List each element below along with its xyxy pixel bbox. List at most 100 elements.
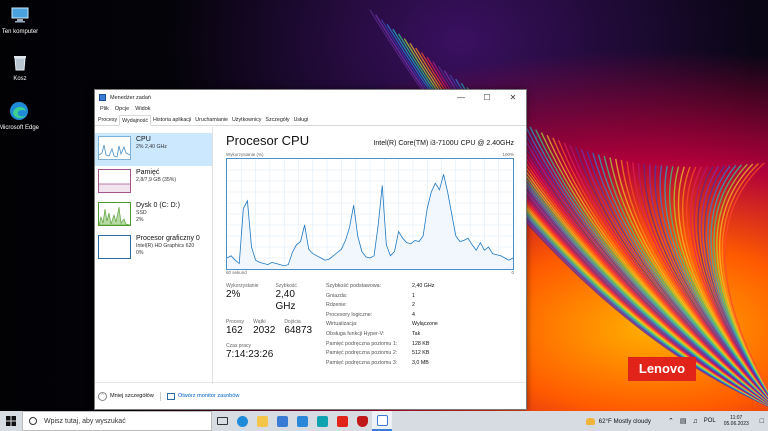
sidebar-item-gpu[interactable]: Procesor graficzny 0 Intel(R) HD Graphic… — [95, 232, 212, 265]
edge-icon — [236, 415, 248, 427]
tab-app-history[interactable]: Historia aplikacji — [151, 115, 193, 125]
menu-bar: Plik Opcje Widok — [95, 105, 526, 115]
notification-icon[interactable]: □ — [760, 418, 764, 425]
computer-icon — [10, 5, 30, 25]
taskbar-edge[interactable] — [232, 411, 252, 431]
sidebar-item-cpu[interactable]: CPU 2% 2,40 GHz — [95, 133, 212, 166]
desktop-icon-label: Microsoft Edge — [0, 125, 40, 131]
desktop-icon-edge[interactable]: Microsoft Edge — [0, 101, 42, 132]
detail-row: Obsługa funkcji Hyper-V: Tak — [326, 331, 438, 341]
detail-key: Pamięć podręczna poziomu 2: — [326, 350, 398, 357]
desktop-icon-label: Ten komputer — [1, 29, 39, 35]
stat-utilization: 2% — [226, 289, 241, 300]
detail-value: Wyłączone — [412, 321, 438, 328]
chevron-up-icon[interactable]: ⌃ — [98, 391, 107, 401]
taskbar-lenovo-vantage[interactable] — [292, 411, 312, 431]
detail-key: Wirtualizacja: — [326, 321, 358, 328]
stat-threads: 2032 — [253, 325, 276, 336]
clock[interactable]: 11:07 05.06.2023 — [724, 415, 749, 428]
desktop-icon-label: Kosz — [13, 76, 27, 82]
resource-monitor-icon — [166, 392, 175, 400]
panel-title: Procesor CPU — [226, 133, 310, 148]
sidebar-item-sub: 2% 2,40 GHz — [136, 144, 167, 150]
taskbar-search-box[interactable]: Wpisz tutaj, aby wyszukać — [22, 411, 212, 431]
volume-icon[interactable]: ♫ — [692, 418, 697, 425]
taskbar-mcafee[interactable] — [352, 411, 372, 431]
stat-handles: 64873 — [284, 325, 313, 336]
tab-users[interactable]: Użytkownicy — [230, 115, 263, 125]
menu-file[interactable]: Plik — [97, 105, 112, 115]
chevron-up-icon[interactable]: ⌃ — [668, 417, 674, 425]
detail-row: Szybkość podstawowa: 2,40 GHz — [326, 283, 438, 293]
maximize-button[interactable]: ☐ — [474, 90, 500, 105]
app-icon — [316, 415, 328, 427]
sidebar-item-title: Dysk 0 (C: D:) — [136, 202, 180, 209]
graph-max-label: 100% — [502, 152, 514, 157]
task-manager-icon — [376, 414, 388, 426]
stat-speed: 2,40 GHz — [275, 289, 296, 312]
system-tray: 62°F Mostly cloudy ⌃ ▤ ♫ POL 11:07 05.06… — [585, 411, 768, 431]
desktop-icon-this-pc[interactable]: Ten komputer — [0, 5, 44, 36]
detail-row: Pamięć podręczna poziomu 2: 512 KB — [326, 350, 438, 360]
detail-key: Pamięć podręczna poziomu 1: — [326, 340, 398, 347]
edge-icon — [9, 101, 29, 121]
cloudy-weather-icon — [585, 417, 595, 425]
detail-key: Rdzenie: — [326, 302, 347, 309]
gpu-thumbnail-graph — [98, 235, 131, 259]
network-icon[interactable]: ▤ — [680, 417, 687, 425]
taskbar-file-explorer[interactable] — [252, 411, 272, 431]
footer-divider — [159, 391, 161, 401]
detail-value: 1 — [412, 292, 415, 299]
performance-content: CPU 2% 2,40 GHz Pamięć 2,8/7,9 GB (35%) — [95, 127, 526, 384]
desktop-icon-recycle-bin[interactable]: Kosz — [0, 52, 44, 83]
taskbar-task-manager[interactable] — [372, 411, 392, 431]
tab-services[interactable]: Usługi — [292, 115, 311, 125]
window-footer: ⌃ Mniej szczegółów Otwórz monitor zasobó… — [95, 382, 526, 409]
sidebar-item-memory[interactable]: Pamięć 2,8/7,9 GB (35%) — [95, 166, 212, 199]
minimize-button[interactable]: — — [448, 90, 474, 105]
detail-row: Wirtualizacja: Wyłączone — [326, 321, 438, 331]
task-manager-window: Menedżer zadań — ☐ ✕ Plik Opcje Widok Pr… — [94, 89, 527, 410]
weather-text: 62°F Mostly cloudy — [598, 417, 651, 425]
cpu-utilization-graph — [226, 158, 514, 270]
task-manager-icon — [99, 94, 106, 101]
cpu-panel: Procesor CPU Intel(R) Core(TM) i3-7100U … — [213, 127, 526, 384]
detail-row: Procesory logiczne: 4 — [326, 312, 438, 322]
taskbar-store[interactable] — [272, 411, 292, 431]
weather-widget[interactable]: 62°F Mostly cloudy — [585, 417, 651, 425]
tab-details[interactable]: Szczegóły — [263, 115, 291, 125]
lenovo-logo: Lenovo — [628, 357, 696, 381]
title-bar[interactable]: Menedżer zadań — ☐ ✕ — [95, 90, 526, 105]
taskbar-app-red[interactable] — [332, 411, 352, 431]
store-icon — [276, 415, 288, 427]
close-button[interactable]: ✕ — [500, 90, 526, 105]
task-view-button[interactable] — [212, 411, 232, 431]
menu-options[interactable]: Opcje — [112, 105, 132, 115]
cpu-details-list: Szybkość podstawowa: 2,40 GHz Gniazda: 1 R… — [326, 283, 438, 369]
open-resource-monitor-link[interactable]: Otwórz monitor zasobów — [178, 393, 240, 399]
taskbar-app-teal[interactable] — [312, 411, 332, 431]
sidebar-item-title: Pamięć — [136, 169, 160, 176]
detail-value: 512 KB — [412, 350, 430, 357]
task-view-icon — [216, 417, 228, 425]
recycle-bin-icon — [10, 52, 30, 72]
sidebar-item-sub: 2,8/7,9 GB (35%) — [136, 177, 177, 183]
tab-bar: Procesy Wydajność Historia aplikacji Uru… — [95, 115, 526, 126]
sidebar-item-sub: Intel(R) HD Graphics 620 — [136, 243, 195, 249]
sidebar-item-disk[interactable]: Dysk 0 (C: D:) SSD 2% — [95, 199, 212, 232]
detail-value: Tak — [412, 330, 421, 337]
fewer-details-link[interactable]: Mniej szczegółów — [110, 393, 154, 399]
folder-icon — [256, 415, 268, 427]
detail-key: Obsługa funkcji Hyper-V: — [326, 330, 385, 337]
start-button[interactable] — [0, 411, 22, 431]
detail-row: Pamięć podręczna poziomu 1: 128 KB — [326, 341, 438, 351]
app-icon — [336, 415, 348, 427]
language-indicator[interactable]: POL — [704, 418, 716, 424]
detail-value: 128 KB — [412, 340, 430, 347]
detail-row: Rdzenie: 2 — [326, 302, 438, 312]
menu-view[interactable]: Widok — [132, 105, 153, 115]
tab-startup[interactable]: Uruchamianie — [193, 115, 230, 125]
tab-processes[interactable]: Procesy — [96, 115, 119, 125]
tab-performance[interactable]: Wydajność — [119, 115, 151, 126]
taskbar: Wpisz tutaj, aby wyszukać 62°F Mostly cl… — [0, 411, 768, 431]
